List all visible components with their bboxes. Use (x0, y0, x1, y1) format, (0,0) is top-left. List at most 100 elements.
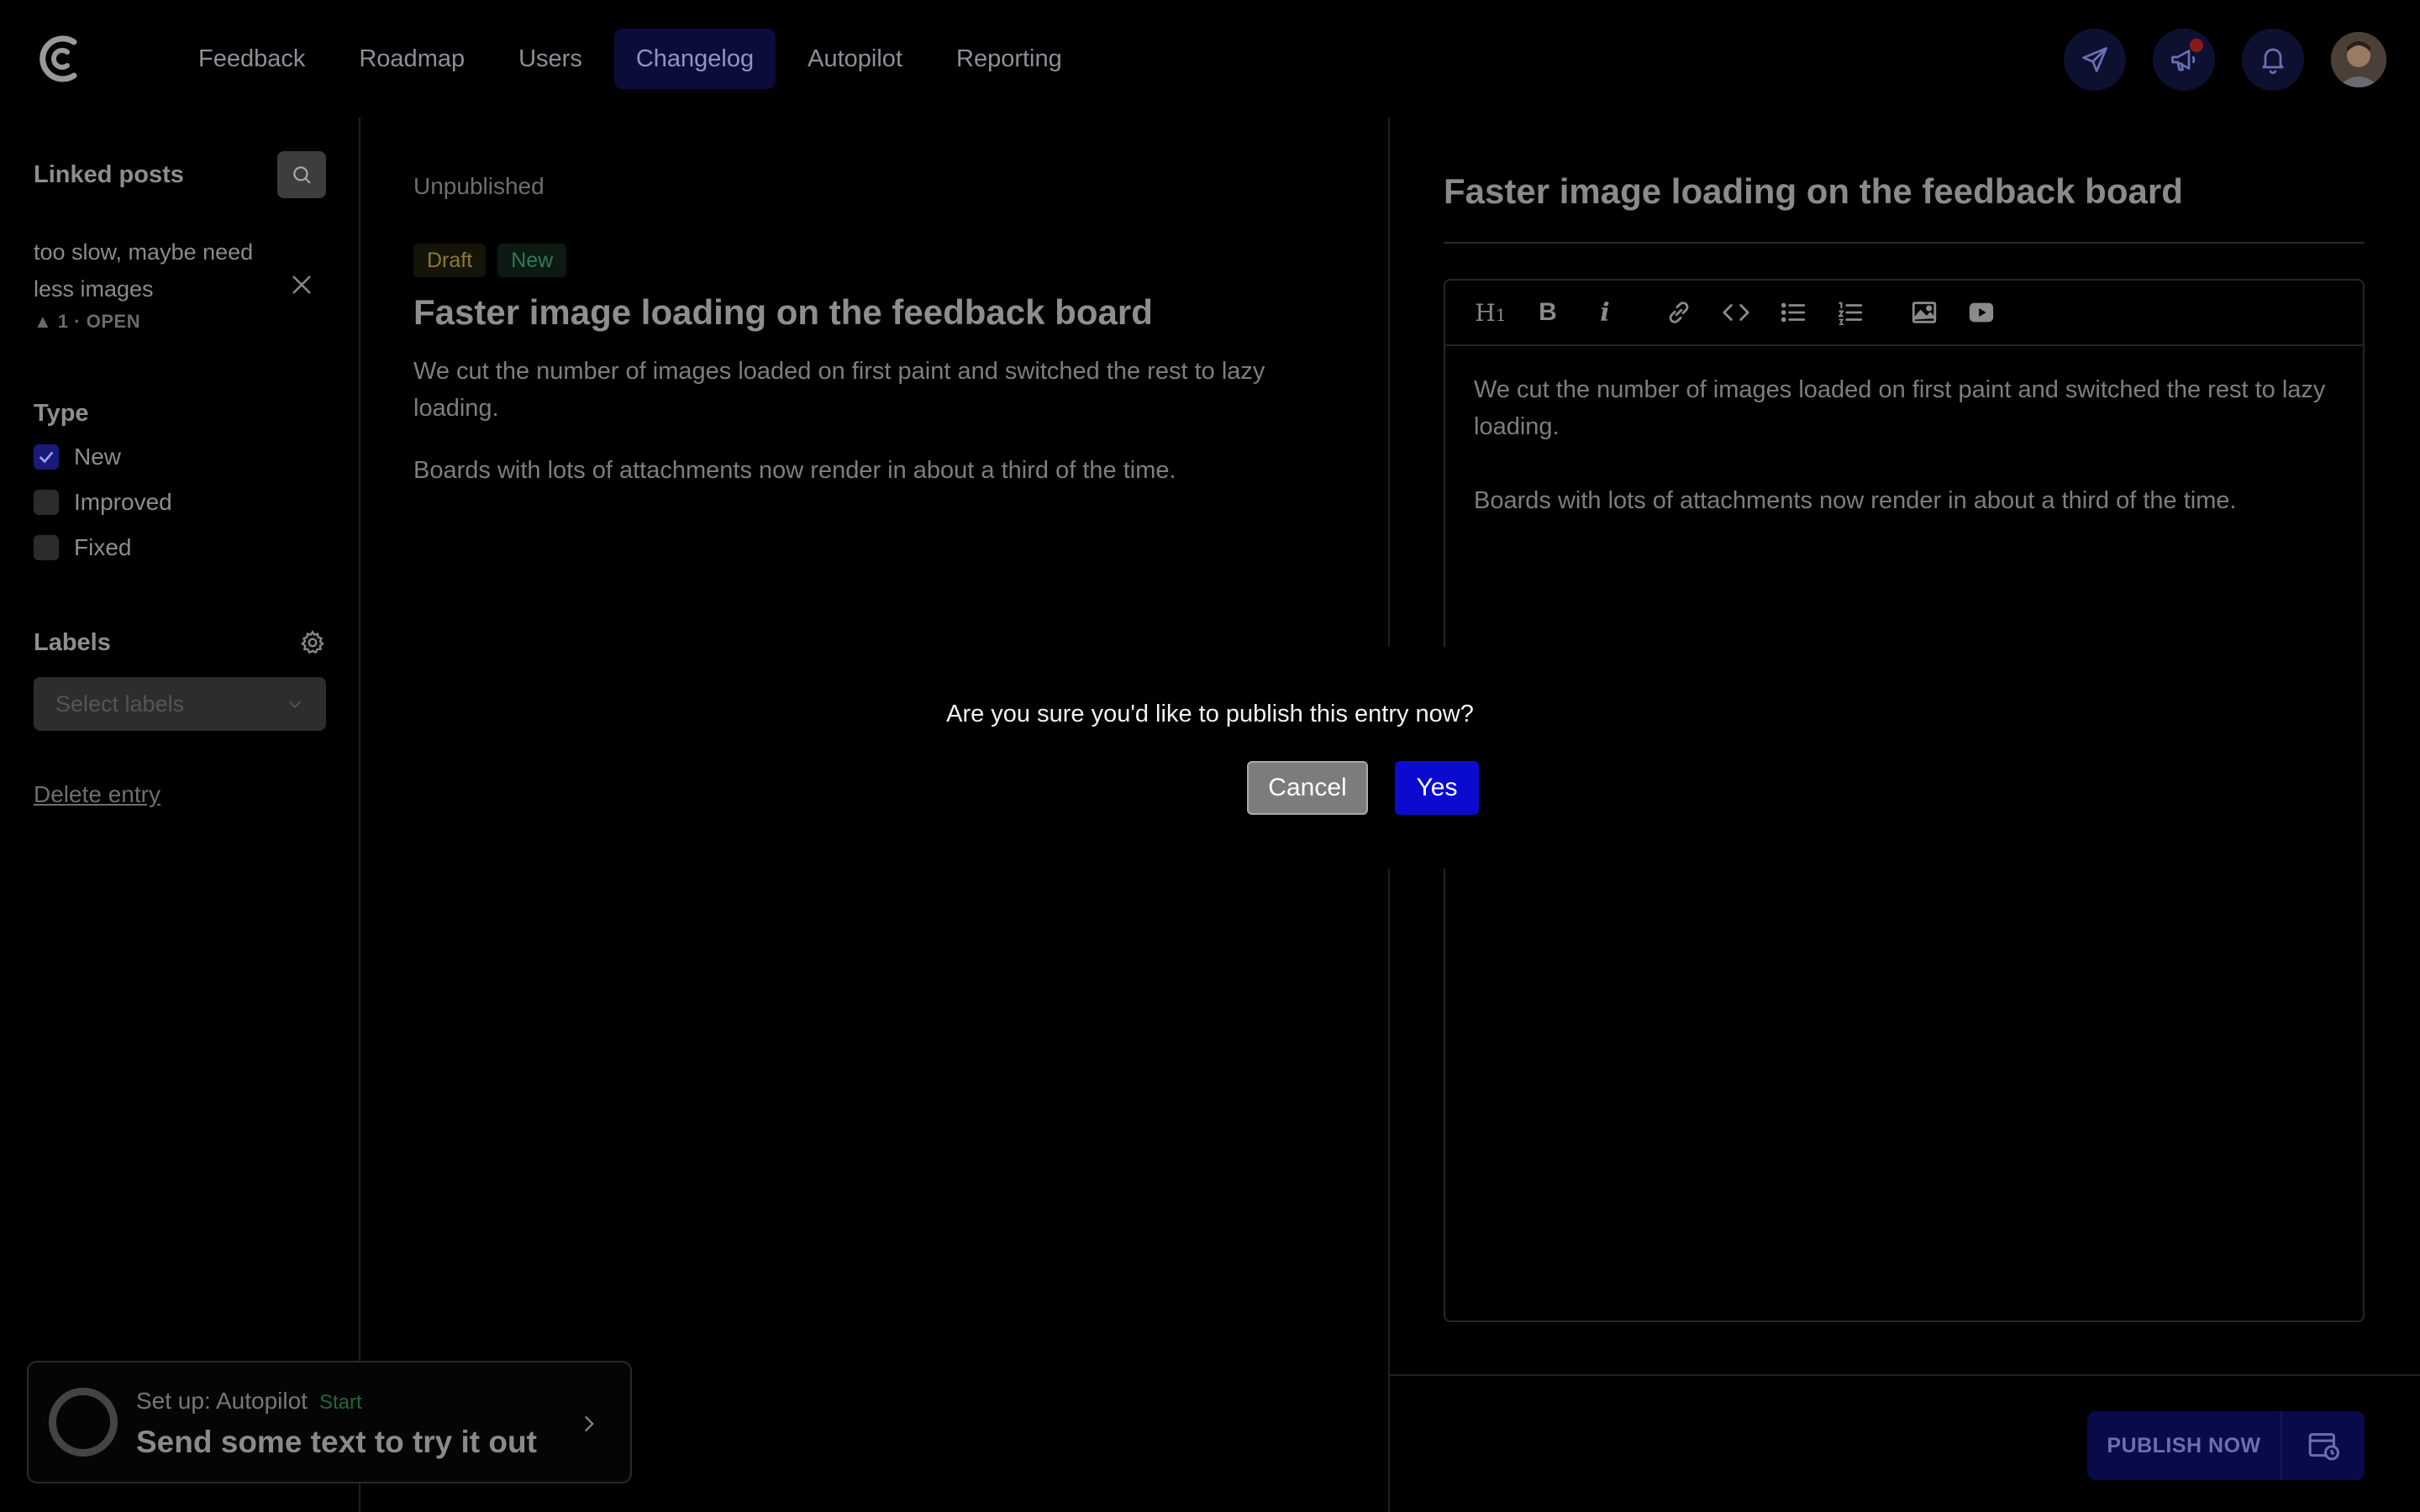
editor-paragraph: Boards with lots of attachments now rend… (1474, 487, 2237, 514)
send-icon (2082, 47, 2107, 72)
preview-title: Faster image loading on the feedback boa… (413, 292, 1153, 332)
bell-icon (2262, 48, 2284, 75)
search-icon (293, 166, 311, 184)
numbered-list-button[interactable] (1833, 296, 1867, 329)
rich-text-editor[interactable]: H1 B i We cut the number of images loade… (1444, 279, 2365, 1322)
video-icon (1969, 302, 1994, 323)
chevron-down-icon (288, 701, 302, 708)
editor-paragraph: We cut the number of images loaded on fi… (1474, 376, 2326, 440)
checkbox-new[interactable] (34, 444, 59, 470)
gear-icon[interactable] (299, 629, 326, 656)
linked-post-votes: 1 (57, 311, 69, 332)
code-button[interactable] (1719, 296, 1753, 329)
labels-select[interactable]: Select labels (34, 677, 326, 731)
progress-ring (49, 1388, 118, 1457)
labels-placeholder: Select labels (55, 690, 185, 717)
link-button[interactable] (1662, 296, 1696, 329)
type-new[interactable]: New (34, 434, 172, 480)
yes-button[interactable]: Yes (1395, 761, 1479, 815)
bold-button[interactable]: B (1531, 296, 1565, 329)
entry-badges: Draft New (413, 244, 567, 277)
link-icon (1669, 302, 1689, 323)
dialog-actions: Cancel Yes (1247, 761, 1479, 815)
bullet-list-icon (1781, 302, 1806, 323)
numbered-list-icon (1838, 302, 1863, 326)
nav-autopilot[interactable]: Autopilot (786, 29, 924, 89)
autopilot-setup-label: Set up: Autopilot (136, 1388, 308, 1414)
avatar-image (2331, 32, 2386, 87)
title-underline (1444, 242, 2365, 244)
type-improved-label: Improved (74, 489, 172, 515)
publish-confirm-dialog: Are you sure you'd like to publish this … (918, 647, 1502, 869)
calendar-clock-icon (2308, 1433, 2339, 1461)
draft-badge: Draft (413, 244, 487, 277)
type-badge: New (497, 244, 567, 277)
editor-content[interactable]: We cut the number of images loaded on fi… (1445, 346, 2363, 544)
publish-now-button[interactable]: PUBLISH NOW (2087, 1411, 2282, 1480)
type-fixed-label: Fixed (74, 534, 132, 560)
top-actions (2064, 29, 2386, 91)
heading-button[interactable]: H1 (1474, 296, 1507, 329)
nav-reporting[interactable]: Reporting (934, 29, 1084, 89)
linked-post-meta: ▲ 1 · OPEN (34, 311, 326, 333)
sidebar-divider (359, 118, 360, 1512)
schedule-publish-button[interactable] (2282, 1429, 2365, 1462)
delete-entry-link[interactable]: Delete entry (34, 781, 160, 808)
cancel-button[interactable]: Cancel (1247, 761, 1368, 815)
labels-title: Labels (34, 628, 111, 656)
notification-dot (2190, 39, 2203, 52)
autopilot-start-badge: Start (318, 1391, 362, 1414)
labels-header: Labels (34, 622, 326, 664)
notifications-button[interactable] (2242, 29, 2304, 91)
type-section: Type New Improved Fixed (34, 400, 172, 570)
confirm-question: Are you sure you'd like to publish this … (946, 701, 1474, 727)
close-icon[interactable] (289, 272, 314, 297)
footer-divider (1390, 1374, 2420, 1376)
linked-posts-header: Linked posts (34, 151, 326, 198)
code-icon (1723, 304, 1749, 321)
italic-button[interactable]: i (1588, 296, 1622, 329)
publish-controls: PUBLISH NOW (2087, 1411, 2365, 1480)
autopilot-cta: Send some text to try it out (136, 1425, 537, 1459)
type-improved[interactable]: Improved (34, 480, 172, 525)
nav-roadmap[interactable]: Roadmap (337, 29, 487, 89)
labels-section: Labels Select labels (34, 622, 326, 731)
checkbox-fixed[interactable] (34, 535, 59, 560)
title-input[interactable]: Faster image loading on the feedback boa… (1444, 171, 2183, 212)
bold-icon: B (1539, 298, 1557, 326)
type-fixed[interactable]: Fixed (34, 525, 172, 570)
italic-icon: i (1600, 297, 1610, 328)
linked-post-status: OPEN (86, 311, 141, 332)
autopilot-setup-card[interactable]: Set up: Autopilot Start Send some text to… (27, 1361, 632, 1483)
canny-logo-icon[interactable] (34, 30, 84, 87)
preview-paragraph: Boards with lots of attachments now rend… (413, 457, 1176, 484)
announcements-button[interactable] (2153, 29, 2215, 91)
search-posts-button[interactable] (277, 151, 326, 198)
type-title: Type (34, 400, 89, 427)
main-nav: Feedback Roadmap Users Changelog Autopil… (176, 29, 1094, 89)
nav-users[interactable]: Users (497, 29, 604, 89)
check-icon (39, 451, 54, 464)
preview-paragraph: We cut the number of images loaded on fi… (413, 358, 1265, 422)
upvote-icon: ▲ (34, 311, 53, 332)
chevron-right-icon (584, 1415, 594, 1432)
image-button[interactable] (1907, 296, 1941, 329)
meta-separator: · (74, 311, 87, 332)
publish-status: Unpublished (413, 173, 544, 199)
image-icon (1912, 302, 1937, 323)
top-bar: Feedback Roadmap Users Changelog Autopil… (0, 0, 2420, 118)
checkbox-improved[interactable] (34, 490, 59, 515)
video-button[interactable] (1965, 296, 1998, 329)
type-new-label: New (74, 444, 122, 470)
editor-toolbar: H1 B i (1445, 281, 2363, 346)
bullet-list-button[interactable] (1776, 296, 1810, 329)
nav-feedback[interactable]: Feedback (176, 29, 327, 89)
linked-posts-title: Linked posts (34, 160, 184, 188)
heading-icon: H1 (1475, 298, 1507, 327)
linked-post-title: too slow, maybe need less images (34, 239, 254, 302)
avatar[interactable] (2331, 32, 2386, 87)
send-button[interactable] (2064, 29, 2126, 91)
linked-post[interactable]: too slow, maybe need less images ▲ 1 · O… (34, 234, 326, 333)
autopilot-setup-line: Set up: Autopilot Start (136, 1388, 362, 1415)
nav-changelog[interactable]: Changelog (613, 29, 776, 89)
